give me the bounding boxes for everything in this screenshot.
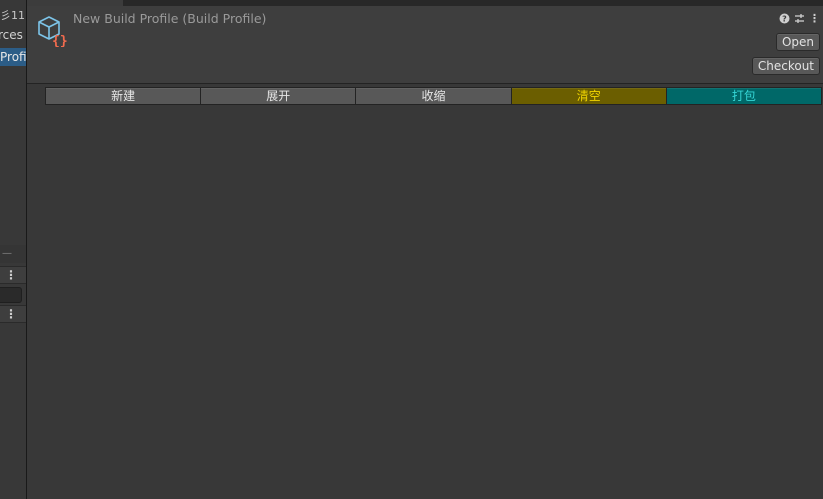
new-button[interactable]: 新建: [45, 87, 201, 105]
inspector-header: {} New Build Profile (Build Profile) ? ⋮…: [27, 6, 823, 83]
more-options-icon[interactable]: ⋮: [5, 267, 17, 283]
item-count: 彡11: [0, 9, 25, 22]
left-panel: 彡11 rces Profi — ⋮ ⋮: [0, 0, 26, 499]
clear-button[interactable]: 清空: [510, 87, 666, 105]
pack-button[interactable]: 打包: [665, 87, 823, 105]
header-divider: [27, 83, 823, 84]
preset-icon[interactable]: [794, 12, 805, 24]
section-header-2[interactable]: ⋮: [0, 305, 26, 323]
svg-text:{}: {}: [52, 34, 68, 47]
collapse-button[interactable]: 收缩: [355, 87, 511, 105]
splitter-grip-icon: —: [2, 248, 12, 259]
section-header-1[interactable]: ⋮: [0, 266, 26, 284]
help-icon[interactable]: ?: [779, 12, 790, 24]
checkout-button[interactable]: Checkout: [751, 57, 820, 75]
action-toolbar: 新建 展开 收缩 清空 打包: [45, 87, 823, 105]
inspector-title: New Build Profile (Build Profile): [73, 11, 267, 26]
header-icons: ? ⋮: [779, 12, 820, 25]
more-options-icon[interactable]: ⋮: [5, 306, 17, 322]
project-item-resources[interactable]: rces: [0, 28, 23, 42]
open-button[interactable]: Open: [775, 33, 820, 51]
more-options-icon[interactable]: ⋮: [809, 12, 820, 25]
expand-button[interactable]: 展开: [200, 87, 356, 105]
svg-text:?: ?: [782, 14, 787, 23]
build-profile-icon: {}: [38, 16, 68, 47]
panel-splitter[interactable]: —: [0, 245, 26, 263]
search-field[interactable]: [0, 287, 22, 303]
project-item-build-profile[interactable]: Profi: [0, 48, 26, 66]
